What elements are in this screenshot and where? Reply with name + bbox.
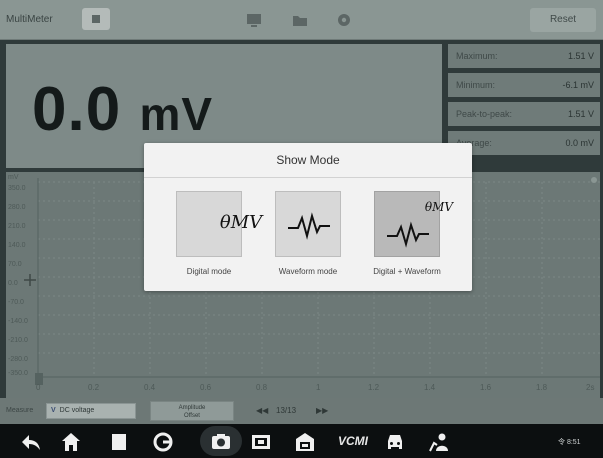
- measure-label: Measure: [6, 407, 34, 414]
- x-tick: 1: [316, 383, 321, 392]
- screen-icon[interactable]: [244, 10, 264, 30]
- mode-label: Digital mode: [186, 267, 232, 276]
- y-tick: -350.0: [8, 370, 28, 377]
- back-icon[interactable]: [20, 431, 42, 453]
- home-icon[interactable]: [60, 431, 82, 453]
- measure-control-bar: Measure V DC voltage Amplitude Offset ◀◀ …: [0, 398, 603, 424]
- waveform-glyph: [288, 212, 330, 240]
- y-tick: -210.0: [8, 337, 28, 344]
- stat-value: 1.51 V: [567, 109, 594, 119]
- multimeter-app: MultiMeter Reset 0.0 mV Maximum: 1.51 V …: [0, 0, 603, 458]
- top-toolbar: MultiMeter Reset: [0, 0, 603, 40]
- garage-icon[interactable]: [294, 431, 316, 453]
- x-tick: 1.8: [536, 383, 548, 392]
- digital-waveform-mode-icon[interactable]: θMV: [374, 191, 453, 257]
- waveform-mode-icon[interactable]: [275, 191, 341, 257]
- mode-option-digital[interactable]: θMV Digital mode: [154, 191, 264, 276]
- mode-label: Waveform mode: [278, 267, 338, 276]
- car-icon[interactable]: [384, 431, 406, 453]
- amplitude-offset-button[interactable]: Amplitude Offset: [150, 401, 234, 421]
- x-tick: 0: [36, 383, 41, 392]
- y-tick: 210.0: [8, 223, 26, 230]
- dialog-title: Show Mode: [144, 143, 472, 178]
- next-page-icon[interactable]: ▶▶: [316, 406, 328, 415]
- prev-page-icon[interactable]: ◀◀: [256, 406, 268, 415]
- x-tick: 1.4: [424, 383, 436, 392]
- y-tick: 140.0: [8, 242, 26, 249]
- voltage-icon: V: [51, 407, 56, 414]
- browser-icon[interactable]: [152, 431, 174, 453]
- x-tick: 0.6: [200, 383, 212, 392]
- y-tick: 280.0: [8, 204, 26, 211]
- measure-select-value: DC voltage: [59, 407, 95, 414]
- screen-record-icon[interactable]: [250, 431, 272, 453]
- y-tick: 0.0: [8, 280, 18, 287]
- stop-button[interactable]: [82, 8, 110, 30]
- stat-label: Peak-to-peak:: [456, 109, 513, 119]
- stat-value: -6.1 mV: [562, 80, 594, 90]
- x-tick: 0.2: [88, 383, 100, 392]
- x-tick: 2s: [586, 383, 595, 392]
- stat-label: Maximum:: [456, 51, 498, 61]
- graph-handle[interactable]: [591, 177, 597, 183]
- reading-display: 0.0 mV: [32, 74, 213, 145]
- y-tick: -280.0: [8, 356, 28, 363]
- y-tick: -70.0: [8, 299, 24, 306]
- camera-icon[interactable]: [210, 431, 232, 453]
- x-tick: 0.4: [144, 383, 156, 392]
- settings-icon[interactable]: [334, 10, 354, 30]
- recents-icon[interactable]: [108, 431, 130, 453]
- mode-option-waveform[interactable]: Waveform mode: [253, 191, 363, 276]
- status-indicator: 令 8:51: [558, 439, 581, 446]
- stop-icon: [92, 15, 100, 23]
- folder-icon[interactable]: [290, 10, 310, 30]
- y-unit: mV: [8, 174, 19, 181]
- support-icon[interactable]: [428, 431, 450, 453]
- reading-unit: mV: [139, 88, 214, 140]
- y-tick: 70.0: [8, 261, 22, 268]
- reading-value: 0.0: [32, 75, 122, 144]
- stat-maximum: Maximum: 1.51 V: [448, 44, 600, 68]
- stat-peak-to-peak: Peak-to-peak: 1.51 V: [448, 102, 600, 126]
- show-mode-dialog: Show Mode θMV Digital mode Waveform mode…: [144, 143, 472, 291]
- digital-mode-icon[interactable]: θMV: [176, 191, 262, 257]
- stat-label: Minimum:: [456, 80, 496, 90]
- stat-minimum: Minimum: -6.1 mV: [448, 73, 600, 97]
- y-tick: 350.0: [8, 185, 26, 192]
- measure-select[interactable]: V DC voltage: [46, 403, 136, 419]
- amplitude-label: Amplitude: [178, 405, 206, 411]
- waveform-glyph: [387, 221, 429, 248]
- mode-label: Digital + Waveform: [373, 267, 441, 276]
- vcm-icon[interactable]: VCMI: [338, 434, 368, 448]
- stat-value: 1.51 V: [567, 51, 594, 61]
- system-nav-bar: VCMI 令 8:51: [0, 424, 603, 458]
- stat-value: 0.0 mV: [565, 138, 594, 148]
- reset-button[interactable]: Reset: [530, 8, 596, 32]
- y-tick: -140.0: [8, 318, 28, 325]
- page-indicator: 13/13: [276, 406, 297, 415]
- zero-marker[interactable]: [24, 274, 36, 286]
- x-tick: 1.6: [480, 383, 492, 392]
- x-tick: 0.8: [256, 383, 268, 392]
- mode-option-digital-waveform[interactable]: θMV Digital + Waveform: [352, 191, 462, 276]
- app-title: MultiMeter: [6, 14, 53, 25]
- offset-label: Offset: [184, 413, 200, 419]
- x-tick: 1.2: [368, 383, 380, 392]
